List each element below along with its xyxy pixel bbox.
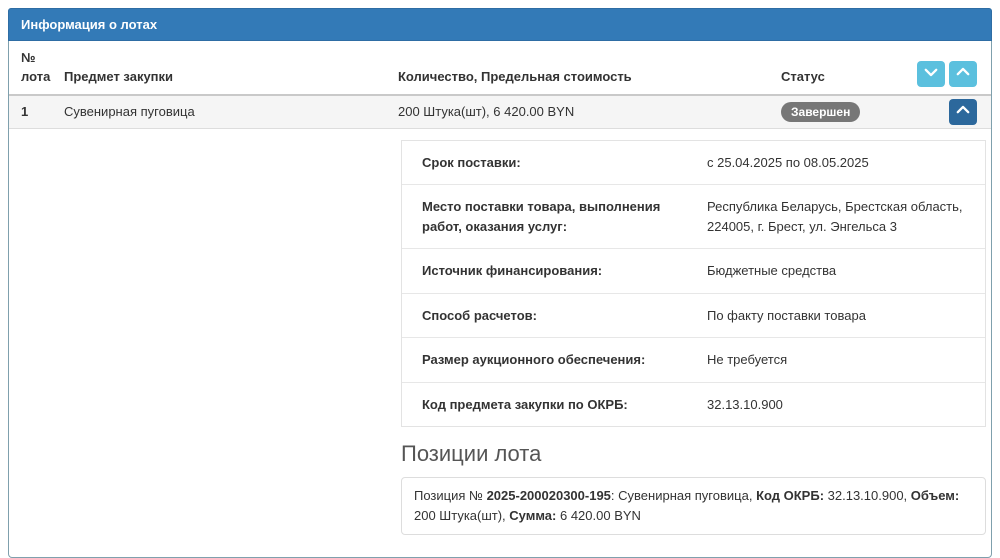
lot-row: 1 Сувенирная пуговица 200 Штука(шт), 6 4…	[9, 95, 991, 129]
lot-toggle-button[interactable]	[949, 98, 977, 125]
detail-label: Место поставки товара, выполнения работ,…	[422, 199, 661, 234]
detail-value: Не требуется	[707, 352, 788, 368]
lot-status-cell: Завершен	[781, 101, 916, 122]
status-badge: Завершен	[781, 101, 861, 122]
detail-label: Срок поставки:	[422, 154, 521, 170]
detail-row-delivery-place: Место поставки товара, выполнения работ,…	[402, 185, 985, 250]
position-okrb-label: Код ОКРБ:	[756, 488, 825, 504]
detail-value: Бюджетные средства	[707, 263, 837, 279]
detail-value: с 25.04.2025 по 08.05.2025	[707, 154, 869, 170]
lot-subject-cell: Сувенирная пуговица	[64, 104, 195, 120]
position-okrb-value: 32.13.10.900,	[824, 488, 911, 504]
detail-row-payment-method: Способ расчетов: По факту поставки товар…	[402, 294, 985, 339]
lot-details-table: Срок поставки: с 25.04.2025 по 08.05.202…	[401, 139, 986, 428]
lot-toggle-wrap	[916, 98, 977, 125]
position-number: 2025-200020300-195	[486, 488, 611, 504]
detail-value: 32.13.10.900	[707, 396, 783, 412]
position-sum-label: Сумма:	[509, 508, 557, 524]
collapse-all-button[interactable]	[917, 60, 945, 87]
column-header-lot-number: № лота	[21, 50, 51, 84]
position-item: Позиция № 2025-200020300-195: Сувенирная…	[401, 477, 986, 536]
header-toggle-buttons	[916, 60, 977, 87]
position-sum-value: 6 420.00 BYN	[556, 508, 641, 524]
column-header-subject: Предмет закупки	[64, 68, 174, 84]
expand-all-button[interactable]	[949, 60, 977, 87]
lots-table-header: № лота Предмет закупки Количество, Преде…	[9, 41, 991, 96]
detail-label: Источник финансирования:	[422, 263, 603, 279]
position-volume-label: Объем:	[910, 488, 960, 504]
lot-details-section: Срок поставки: с 25.04.2025 по 08.05.202…	[401, 139, 986, 536]
detail-label: Код предмета закупки по ОКРБ:	[422, 396, 628, 412]
column-header-status: Статус	[781, 68, 825, 84]
detail-row-okrb-code: Код предмета закупки по ОКРБ: 32.13.10.9…	[402, 383, 985, 427]
detail-row-auction-security: Размер аукционного обеспечения: Не требу…	[402, 338, 985, 383]
chevron-up-icon	[956, 65, 970, 82]
position-volume-value: 200 Штука(шт),	[414, 508, 510, 524]
chevron-down-icon	[924, 65, 938, 82]
positions-heading: Позиции лота	[401, 441, 542, 467]
panel-title: Информация о лотах	[8, 8, 992, 41]
detail-label: Способ расчетов:	[422, 307, 537, 323]
detail-value: По факту поставки товара	[707, 307, 866, 323]
detail-value: Республика Беларусь, Брестская область, …	[707, 199, 963, 234]
lot-quantity-cell: 200 Штука(шт), 6 420.00 BYN	[398, 104, 575, 120]
detail-label: Размер аукционного обеспечения:	[422, 352, 646, 368]
detail-row-funding-source: Источник финансирования: Бюджетные средс…	[402, 249, 985, 294]
lots-info-panel: Информация о лотах № лота Предмет закупк…	[8, 8, 992, 558]
position-subject: : Сувенирная пуговица,	[610, 488, 757, 504]
detail-row-delivery-period: Срок поставки: с 25.04.2025 по 08.05.202…	[402, 141, 985, 186]
position-prefix: Позиция №	[414, 488, 487, 504]
lot-number-cell: 1	[21, 104, 29, 120]
column-header-quantity: Количество, Предельная стоимость	[398, 68, 632, 84]
chevron-up-icon	[956, 103, 970, 120]
